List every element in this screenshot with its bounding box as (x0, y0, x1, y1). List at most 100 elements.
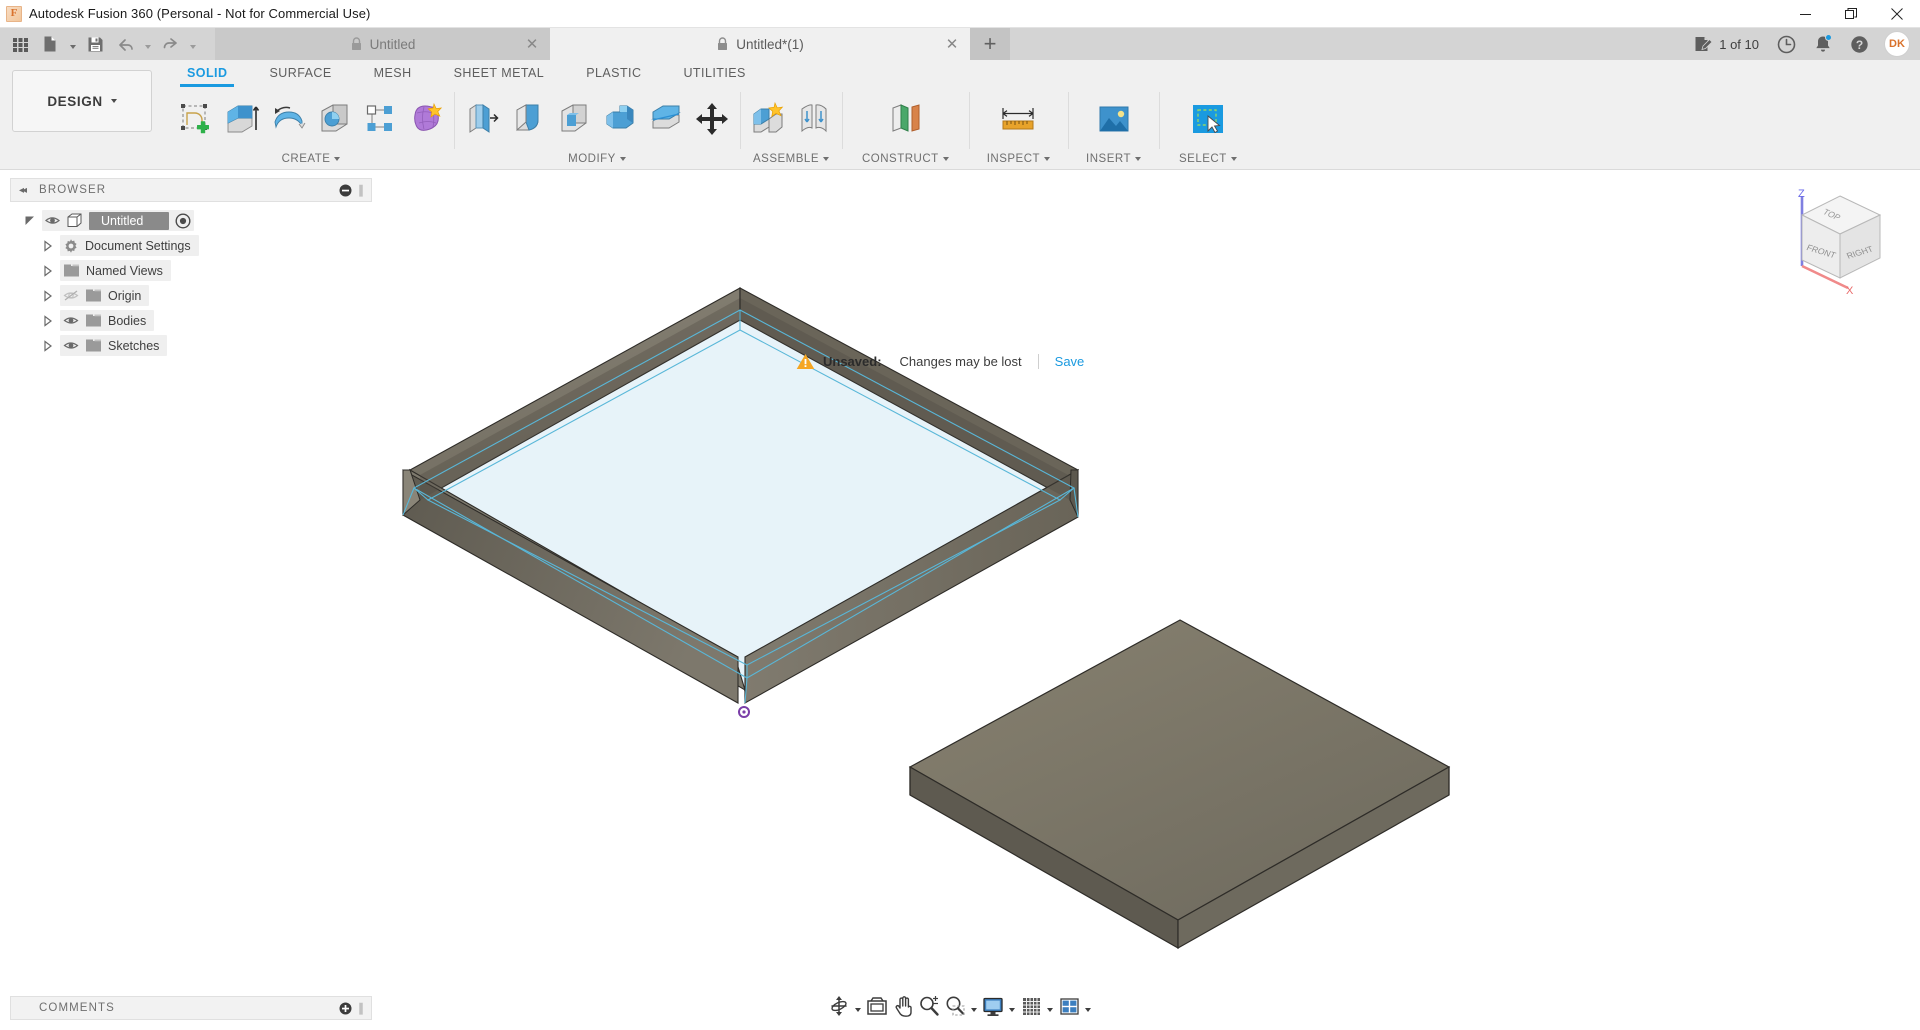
browser-node-untitled[interactable]: Untitled (0, 208, 382, 233)
tool-revolve[interactable] (266, 94, 310, 144)
ribbon-tab-plastic[interactable]: PLASTIC (565, 60, 662, 86)
orbit-caret-icon[interactable] (852, 993, 864, 1019)
viewports-button[interactable] (1056, 993, 1082, 1019)
notifications-button[interactable] (1805, 28, 1841, 60)
tool-sweep[interactable] (312, 94, 356, 144)
extrude-icon (223, 101, 261, 137)
browser-node-named-views[interactable]: Named Views (0, 258, 382, 283)
resize-grip-icon[interactable]: ∥ (358, 183, 363, 197)
ribbon-tab-utilities[interactable]: UTILITIES (662, 60, 766, 86)
display-settings-caret-icon[interactable] (1006, 993, 1018, 1019)
panel-assemble-title[interactable]: ASSEMBLE (746, 149, 836, 169)
collapse-left-icon[interactable]: ◂◂ (19, 185, 25, 196)
tool-move-copy[interactable] (690, 94, 734, 144)
help-button[interactable]: ? (1841, 28, 1878, 60)
save-button[interactable] (81, 30, 109, 58)
ribbon-tab-solid[interactable]: SOLID (166, 60, 248, 86)
gear-icon (63, 238, 79, 254)
fit-button[interactable] (942, 993, 968, 1019)
panel-select-title[interactable]: SELECT (1179, 149, 1237, 169)
redo-button[interactable] (156, 30, 184, 58)
window-title-bar: F Autodesk Fusion 360 (Personal - Not fo… (0, 0, 1920, 28)
workspace-selector[interactable]: DESIGN (12, 70, 152, 132)
expand-icon[interactable] (36, 340, 60, 352)
browser-header[interactable]: ◂◂ BROWSER ∥ (10, 178, 372, 202)
minimize-button[interactable] (1782, 0, 1828, 28)
new-file-button[interactable] (36, 30, 64, 58)
tool-form[interactable] (404, 94, 448, 144)
panel-modify-title[interactable]: MODIFY (460, 149, 734, 169)
tool-create-sketch[interactable] (174, 94, 218, 144)
panel-create-title[interactable]: CREATE (174, 149, 448, 169)
eye-icon[interactable] (63, 313, 79, 328)
ribbon-tab-label: SHEET METAL (454, 66, 545, 80)
tool-combine[interactable] (598, 94, 642, 144)
panel-insert-title[interactable]: INSERT (1086, 149, 1141, 169)
undo-caret-icon[interactable] (141, 30, 154, 58)
recent-history-button[interactable] (1768, 28, 1805, 60)
panel-construct-title[interactable]: CONSTRUCT (862, 149, 949, 169)
tool-insert-image[interactable] (1092, 94, 1136, 144)
app-grid-button[interactable] (6, 30, 34, 58)
avatar[interactable]: DK (1884, 31, 1910, 57)
viewports-caret-icon[interactable] (1082, 993, 1094, 1019)
tab-untitled-home[interactable]: Untitled ✕ (215, 28, 550, 60)
look-at-button[interactable] (864, 993, 890, 1019)
fit-caret-icon[interactable] (968, 993, 980, 1019)
pan-button[interactable] (890, 993, 916, 1019)
eye-icon[interactable] (45, 213, 60, 228)
maximize-button[interactable] (1828, 0, 1874, 28)
add-comment-icon[interactable] (339, 1002, 352, 1015)
comments-header[interactable]: COMMENTS ∥ (10, 996, 372, 1020)
tool-extrude[interactable] (220, 94, 264, 144)
minimize-circle-icon[interactable] (339, 184, 352, 197)
save-link[interactable]: Save (1055, 354, 1085, 369)
resize-grip-icon[interactable]: ∥ (358, 1001, 363, 1015)
panel-inspect-title[interactable]: INSPECT (987, 149, 1050, 169)
browser-node-origin[interactable]: Origin (0, 283, 382, 308)
expand-icon[interactable] (36, 315, 60, 327)
eye-off-icon[interactable] (63, 288, 79, 303)
create-sketch-icon (178, 101, 214, 137)
tool-measure[interactable] (996, 94, 1040, 144)
orbit-button[interactable] (826, 993, 852, 1019)
expand-collapse-icon[interactable] (18, 215, 42, 227)
expand-icon[interactable] (36, 240, 60, 252)
ribbon-tab-sheet-metal[interactable]: SHEET METAL (433, 60, 566, 86)
redo-caret-icon[interactable] (186, 30, 199, 58)
ribbon-tab-mesh[interactable]: MESH (353, 60, 433, 86)
grid-snaps-button[interactable] (1018, 993, 1044, 1019)
tool-press-pull[interactable] (460, 94, 504, 144)
zoom-button[interactable] (916, 993, 942, 1019)
close-icon[interactable]: ✕ (524, 36, 540, 52)
combine-icon (602, 102, 638, 136)
tool-construction-plane[interactable] (883, 94, 927, 144)
close-button[interactable] (1874, 0, 1920, 28)
eye-icon[interactable] (63, 338, 79, 353)
browser-node-sketches[interactable]: Sketches (0, 333, 382, 358)
tool-select[interactable] (1186, 94, 1230, 144)
browser-node-bodies[interactable]: Bodies (0, 308, 382, 333)
tool-offset-face[interactable] (644, 94, 688, 144)
new-file-caret-icon[interactable] (66, 30, 79, 58)
tool-pattern[interactable] (358, 94, 402, 144)
tool-new-component[interactable] (746, 94, 790, 144)
job-status-button[interactable]: 1 of 10 (1685, 28, 1768, 60)
undo-button[interactable] (111, 30, 139, 58)
new-tab-button[interactable]: + (970, 28, 1010, 60)
close-icon[interactable]: ✕ (944, 36, 960, 52)
window-title: Autodesk Fusion 360 (Personal - Not for … (29, 6, 370, 21)
ribbon-tab-surface[interactable]: SURFACE (248, 60, 352, 86)
expand-icon[interactable] (36, 290, 60, 302)
activate-component-radio-icon[interactable] (175, 213, 191, 229)
tool-joint[interactable] (792, 94, 836, 144)
view-cube[interactable]: Z X TOP FRONT RIGHT (1774, 188, 1894, 298)
display-settings-button[interactable] (980, 993, 1006, 1019)
grid-snaps-caret-icon[interactable] (1044, 993, 1056, 1019)
expand-icon[interactable] (36, 265, 60, 277)
ribbon-tab-label: UTILITIES (683, 66, 745, 80)
browser-node-document-settings[interactable]: Document Settings (0, 233, 382, 258)
tool-fillet[interactable] (506, 94, 550, 144)
tool-shell[interactable] (552, 94, 596, 144)
tab-untitled-1[interactable]: Untitled*(1) ✕ (550, 28, 970, 60)
